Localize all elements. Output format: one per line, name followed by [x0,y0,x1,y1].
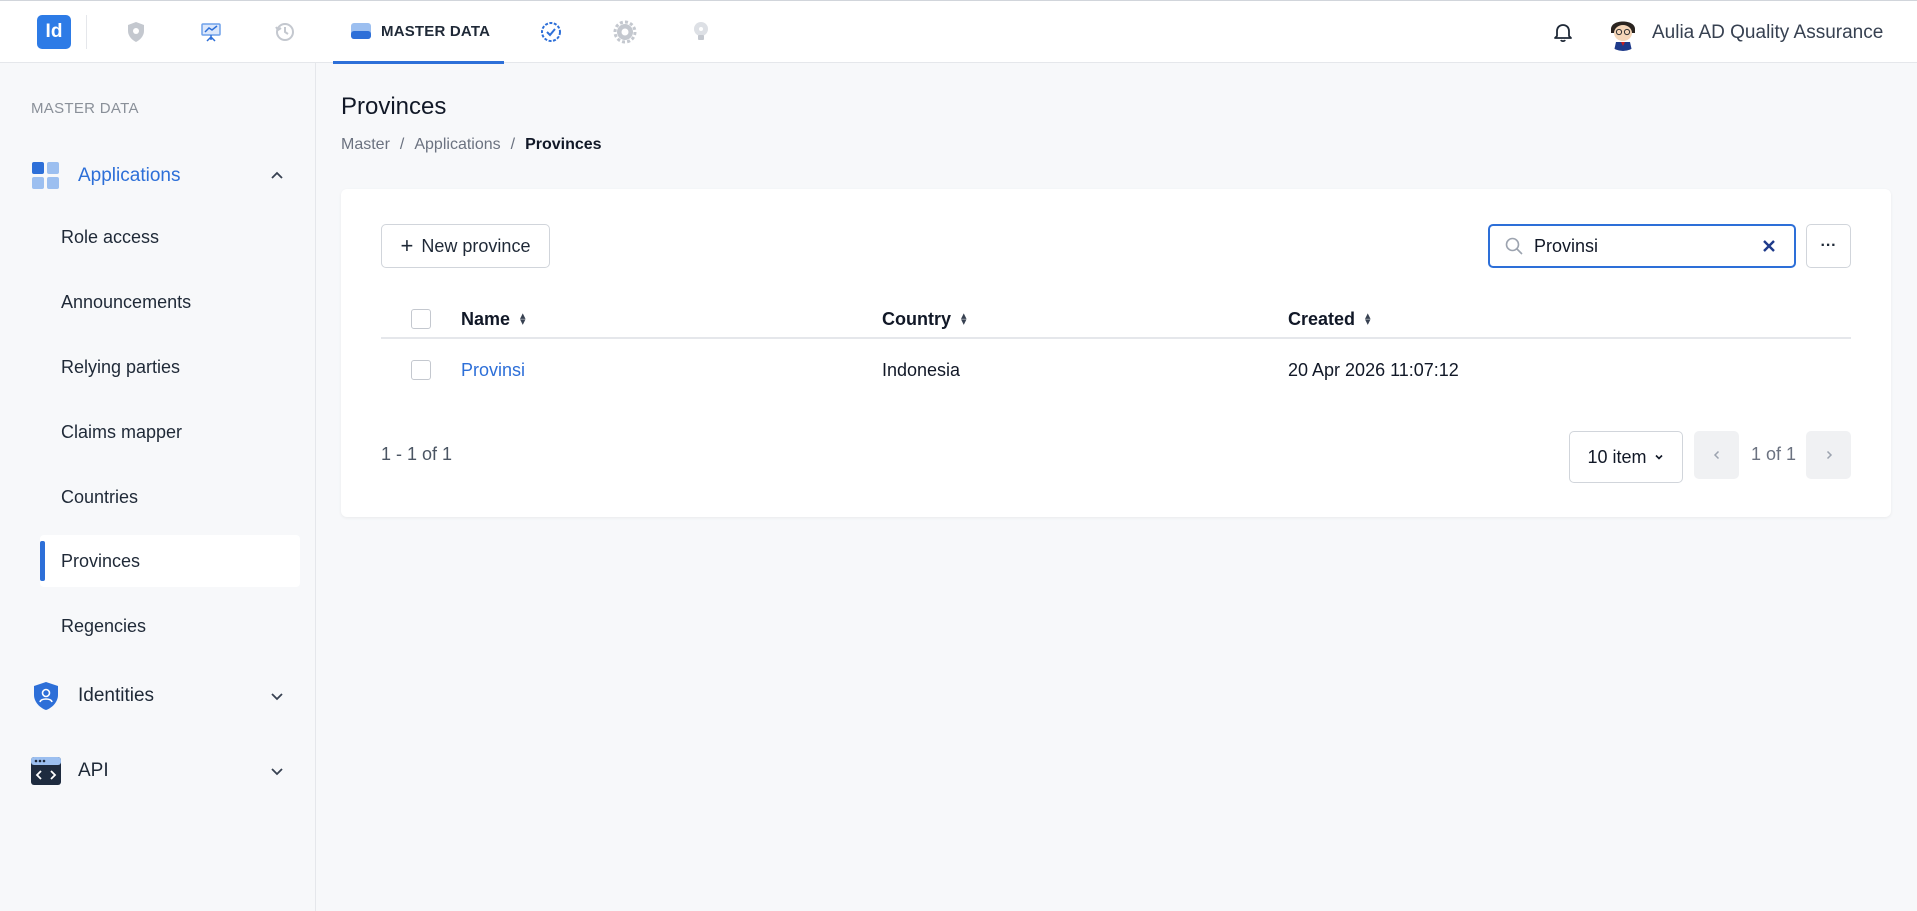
presentation-icon[interactable] [198,19,224,45]
country-cell: Indonesia [882,359,961,380]
sort-icon[interactable]: ▴ ▾ [961,311,967,328]
column-header-label: Created [1288,308,1356,329]
lightbulb-icon[interactable] [688,19,714,45]
chevron-up-icon[interactable] [268,167,286,185]
row-checkbox[interactable] [411,360,431,380]
app-logo[interactable]: Id [37,15,71,49]
master-data-icon [349,19,373,43]
breadcrumb: Master / Applications / Provinces [341,136,602,154]
close-icon[interactable] [1760,237,1778,255]
shield-icon[interactable] [123,19,149,45]
created-cell: 20 Apr 2026 11:07:12 [1288,359,1459,380]
more-options-button[interactable]: ··· [1806,224,1851,268]
sidebar-group-label: Identities [78,685,155,706]
sidebar-section-title: MASTER DATA [31,100,139,117]
sidebar-item-announcements[interactable]: Announcements [40,276,300,328]
user-name[interactable]: Aulia AD Quality Assurance [1652,22,1883,44]
breadcrumb-current: Provinces [525,136,602,153]
new-province-label: New province [421,235,531,256]
gear-icon[interactable] [612,19,638,45]
search-input[interactable] [1534,235,1744,257]
identity-shield-icon [30,680,62,712]
column-header-label: Name [461,308,511,329]
sort-icon[interactable]: ▴ ▾ [520,311,526,328]
sidebar-item-claims-mapper[interactable]: Claims mapper [40,406,300,458]
avatar[interactable] [1604,13,1642,51]
top-navigation-bar: Id MASTER DATA Aulia AD Quality Assuranc… [0,0,1917,64]
chevron-left-icon [1713,450,1719,460]
sidebar-group-label: Applications [78,165,181,186]
applications-grid-icon [30,160,62,192]
chevron-right-icon [1826,450,1832,460]
breadcrumb-separator: / [510,136,516,153]
sidebar-item-provinces[interactable]: Provinces [40,535,300,587]
sidebar-item-relying-parties[interactable]: Relying parties [40,341,300,393]
sidebar-item-regencies[interactable]: Regencies [40,600,300,652]
chevron-down-icon [1654,454,1663,460]
logo-divider [86,15,87,49]
notification-bell-icon[interactable] [1551,20,1575,44]
history-icon[interactable] [272,19,298,45]
column-header-name[interactable]: Name ▴ ▾ [461,299,526,339]
table-header: Name ▴ ▾ Country ▴ ▾ Created ▴ ▾ [381,299,1851,339]
sidebar-group-identities[interactable]: Identities [30,679,286,713]
page-title: Provinces [341,93,447,120]
new-province-button[interactable]: + New province [381,224,550,268]
sidebar-group-applications[interactable]: Applications [30,159,286,193]
sidebar-group-api[interactable]: API [30,754,286,788]
breadcrumb-separator: / [399,136,405,153]
sidebar-group-label: API [78,760,109,781]
column-header-created[interactable]: Created ▴ ▾ [1288,299,1371,339]
tab-master-data-label: MASTER DATA [381,22,491,40]
search-icon [1505,237,1523,255]
sidebar-item-role-access[interactable]: Role access [40,211,300,263]
tab-master-data[interactable]: MASTER DATA [333,1,504,64]
table-row: Provinsi Indonesia 20 Apr 2026 11:07:12 [381,341,1851,399]
chevron-down-icon[interactable] [268,762,286,780]
verified-icon[interactable] [538,19,564,45]
sidebar-item-countries[interactable]: Countries [40,471,300,523]
breadcrumb-item[interactable]: Master [341,136,390,154]
search-box[interactable] [1488,224,1796,268]
plus-icon: + [400,233,414,258]
column-header-label: Country [882,308,951,329]
sidebar: MASTER DATA Applications Role access Ann… [0,63,316,911]
select-all-checkbox[interactable] [411,309,431,329]
breadcrumb-item[interactable]: Applications [414,136,500,154]
results-count: 1 - 1 of 1 [381,444,453,464]
page-info: 1 of 1 [1751,444,1797,464]
sort-icon[interactable]: ▴ ▾ [1365,311,1371,328]
page-size-select[interactable]: 10 item [1569,431,1683,483]
next-page-button[interactable] [1806,431,1851,479]
chevron-down-icon[interactable] [268,687,286,705]
column-header-country[interactable]: Country ▴ ▾ [882,299,967,339]
province-name-link[interactable]: Provinsi [461,341,525,399]
api-code-icon [30,755,62,787]
page-size-value: 10 item [1587,446,1647,467]
provinces-table-card: + New province ··· Name ▴▾ Country ▴▾ Cr… [341,189,1891,517]
previous-page-button[interactable] [1694,431,1739,479]
